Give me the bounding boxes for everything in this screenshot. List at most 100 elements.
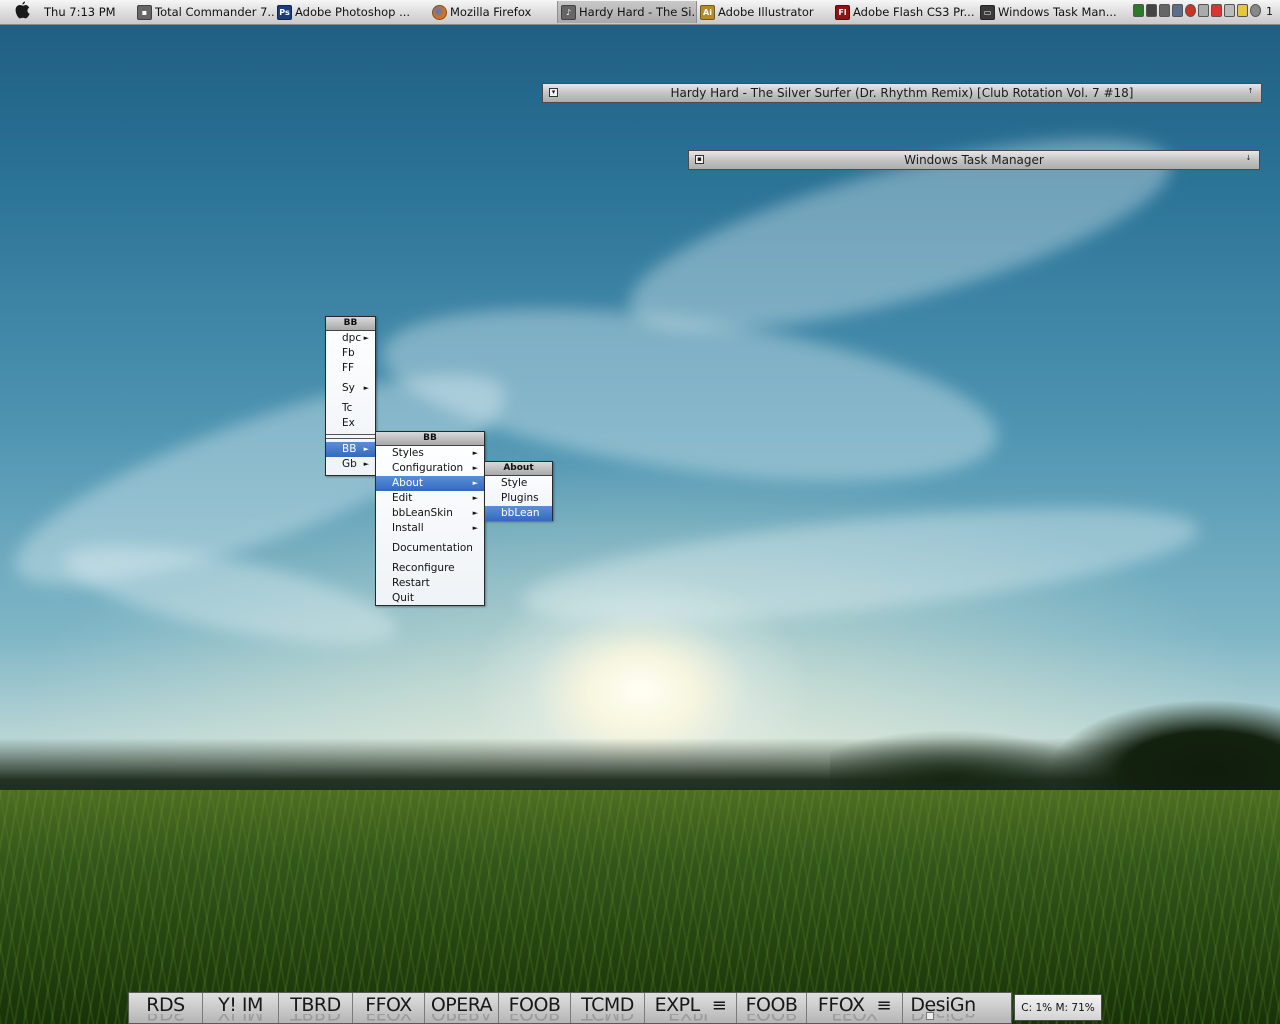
menu-item-bblean[interactable]: bbLean bbox=[485, 506, 552, 521]
dock-label: FOOB bbox=[508, 994, 561, 1016]
menu-item-configuration[interactable]: Configuration ► bbox=[376, 461, 484, 476]
submenu-arrow-icon: ► bbox=[363, 334, 369, 342]
player-window-titlebar[interactable]: ▾ Hardy Hard - The Silver Surfer (Dr. Rh… bbox=[542, 83, 1262, 103]
submenu-arrow-icon: ► bbox=[472, 449, 478, 457]
task-flash[interactable]: Fl Adobe Flash CS3 Pr... bbox=[832, 1, 977, 23]
menu-item-sy[interactable]: Sy ► bbox=[326, 381, 375, 396]
menu-item-documentation[interactable]: Documentation bbox=[376, 541, 484, 556]
menu-item-style[interactable]: Style bbox=[485, 476, 552, 491]
menu-item-restart[interactable]: Restart bbox=[376, 576, 484, 591]
tray-edit-icon[interactable] bbox=[1198, 4, 1209, 17]
bottom-dock: RDSRDS Y! IMY! IM TBRDTBRD FFOXFFOX OPER… bbox=[128, 992, 1012, 1024]
task-label: Mozilla Firefox bbox=[450, 5, 532, 19]
clock[interactable]: Thu 7:13 PM bbox=[44, 5, 134, 19]
tray-volume-icon[interactable] bbox=[1224, 4, 1235, 17]
menu-item-bb[interactable]: BB ► bbox=[326, 442, 375, 457]
dock-label: FFOX bbox=[817, 994, 865, 1016]
task-label: Total Commander 7... bbox=[155, 5, 274, 19]
flash-icon: Fl bbox=[835, 4, 850, 20]
task-illustrator[interactable]: Ai Adobe Illustrator bbox=[697, 1, 832, 23]
photoshop-icon: Ps bbox=[277, 4, 292, 20]
menu-title: BB bbox=[376, 432, 484, 446]
dock-label-reflection: TBRD bbox=[279, 1014, 352, 1024]
menu-item-label: bbLeanSkin bbox=[392, 507, 453, 519]
dock-label-reflection: TCMD bbox=[571, 1014, 644, 1024]
menu-separator bbox=[326, 438, 375, 439]
dock-button-foob[interactable]: FOOBFOOB bbox=[499, 993, 571, 1024]
menu-item-dpc[interactable]: dpc ► bbox=[326, 331, 375, 346]
task-label: Hardy Hard - The Si... bbox=[579, 5, 697, 19]
menu-item-plugins[interactable]: Plugins bbox=[485, 491, 552, 506]
dock-label: EXPL bbox=[654, 994, 701, 1016]
menu-item-bbleanskin[interactable]: bbLeanSkin ► bbox=[376, 506, 484, 521]
task-photoshop[interactable]: Ps Adobe Photoshop ... bbox=[274, 1, 429, 23]
tray-monitor-icon[interactable] bbox=[1159, 4, 1170, 17]
menu-item-install[interactable]: Install ► bbox=[376, 521, 484, 536]
menu-item-about[interactable]: About ► bbox=[376, 476, 484, 491]
dock-label-reflection: DesiGn bbox=[903, 1014, 983, 1024]
dock-button-foob-2[interactable]: FOOBFOOB bbox=[737, 993, 807, 1024]
apple-logo-icon[interactable] bbox=[0, 0, 44, 24]
grass-field bbox=[0, 790, 1280, 1024]
menu-item-label: Configuration bbox=[392, 462, 464, 474]
maximize-icon[interactable]: ↑ bbox=[1246, 88, 1255, 97]
dock-label-reflection: RDS bbox=[129, 1014, 202, 1024]
tray-flash-icon[interactable] bbox=[1211, 4, 1222, 17]
dock-button-expl[interactable]: EXPL≡EXPL bbox=[645, 993, 737, 1024]
dock-button-ffox-2[interactable]: FFOX≡FFOX bbox=[807, 993, 903, 1024]
dock-label-reflection: FFOX bbox=[353, 1014, 424, 1024]
tray-meter-icon[interactable] bbox=[1133, 4, 1144, 17]
dock-label: OPERA bbox=[430, 994, 493, 1016]
tray-app-icon[interactable] bbox=[1172, 4, 1183, 17]
dock-button-tbrd[interactable]: TBRDTBRD bbox=[279, 993, 353, 1024]
dock-button-ffox[interactable]: FFOXFFOX bbox=[353, 993, 425, 1024]
dock-label: FFOX bbox=[365, 994, 412, 1016]
submenu-arrow-icon: ► bbox=[472, 479, 478, 487]
menu-item-edit[interactable]: Edit ► bbox=[376, 491, 484, 506]
menu-item-label: Sy bbox=[342, 382, 355, 394]
menu-item-label: Fb bbox=[342, 347, 355, 359]
dock-button-design[interactable]: DesiGnDesiGn bbox=[903, 993, 983, 1024]
menu-item-tc[interactable]: Tc bbox=[326, 401, 375, 416]
restore-icon[interactable]: ↓ bbox=[1244, 155, 1253, 164]
task-label: Adobe Illustrator bbox=[718, 5, 814, 19]
dock-button-rds[interactable]: RDSRDS bbox=[129, 993, 203, 1024]
tray-network-icon[interactable] bbox=[1146, 4, 1157, 17]
tray-antivirus-icon[interactable] bbox=[1185, 4, 1196, 17]
dock-label-reflection: EXPL bbox=[645, 1014, 736, 1024]
menu-item-ex[interactable]: Ex bbox=[326, 416, 375, 431]
tray-search-icon[interactable] bbox=[1250, 4, 1261, 17]
menu-item-fb[interactable]: Fb bbox=[326, 346, 375, 361]
dock-button-tcmd[interactable]: TCMDTCMD bbox=[571, 993, 645, 1024]
dock-button-opera[interactable]: OPERAOPERA bbox=[425, 993, 499, 1024]
task-firefox[interactable]: Mozilla Firefox bbox=[429, 1, 557, 23]
menu-item-label: Gb bbox=[342, 458, 357, 470]
task-task-manager[interactable]: ▭ Windows Task Man... bbox=[977, 1, 1119, 23]
tray-messenger-icon[interactable] bbox=[1237, 4, 1248, 17]
menu-item-quit[interactable]: Quit bbox=[376, 591, 484, 606]
window-menu-icon[interactable]: ▾ bbox=[549, 88, 558, 97]
menu-item-styles[interactable]: Styles ► bbox=[376, 446, 484, 461]
floppy-icon: ▪ bbox=[137, 4, 152, 20]
workspace-number[interactable]: 1 bbox=[1266, 5, 1273, 18]
menu-item-label: Reconfigure bbox=[392, 562, 455, 574]
task-foobar[interactable]: ♪ Hardy Hard - The Si... bbox=[557, 1, 697, 23]
window-menu-icon[interactable]: ▪ bbox=[695, 155, 704, 164]
menu-item-label: Quit bbox=[392, 592, 414, 604]
menu-item-ff[interactable]: FF bbox=[326, 361, 375, 376]
menu-item-label: Documentation bbox=[392, 542, 473, 554]
dock-button-yim[interactable]: Y! IMY! IM bbox=[203, 993, 279, 1024]
player-window-title: Hardy Hard - The Silver Surfer (Dr. Rhyt… bbox=[670, 86, 1134, 100]
menu-item-reconfigure[interactable]: Reconfigure bbox=[376, 561, 484, 576]
task-label: Windows Task Man... bbox=[998, 5, 1117, 19]
menu-item-label: Edit bbox=[392, 492, 413, 504]
submenu-arrow-icon: ► bbox=[472, 524, 478, 532]
dock-label-reflection: FOOB bbox=[499, 1014, 570, 1024]
menu-item-label: Styles bbox=[392, 447, 424, 459]
task-total-commander[interactable]: ▪ Total Commander 7... bbox=[134, 1, 274, 23]
submenu-arrow-icon: ► bbox=[363, 384, 369, 392]
task-label: Adobe Flash CS3 Pr... bbox=[853, 5, 975, 19]
taskmgr-window-titlebar[interactable]: ▪ Windows Task Manager ↓ bbox=[688, 150, 1260, 170]
menu-item-gb[interactable]: Gb ► bbox=[326, 457, 375, 472]
system-status-meter[interactable]: C: 1% M: 71% bbox=[1014, 994, 1102, 1021]
